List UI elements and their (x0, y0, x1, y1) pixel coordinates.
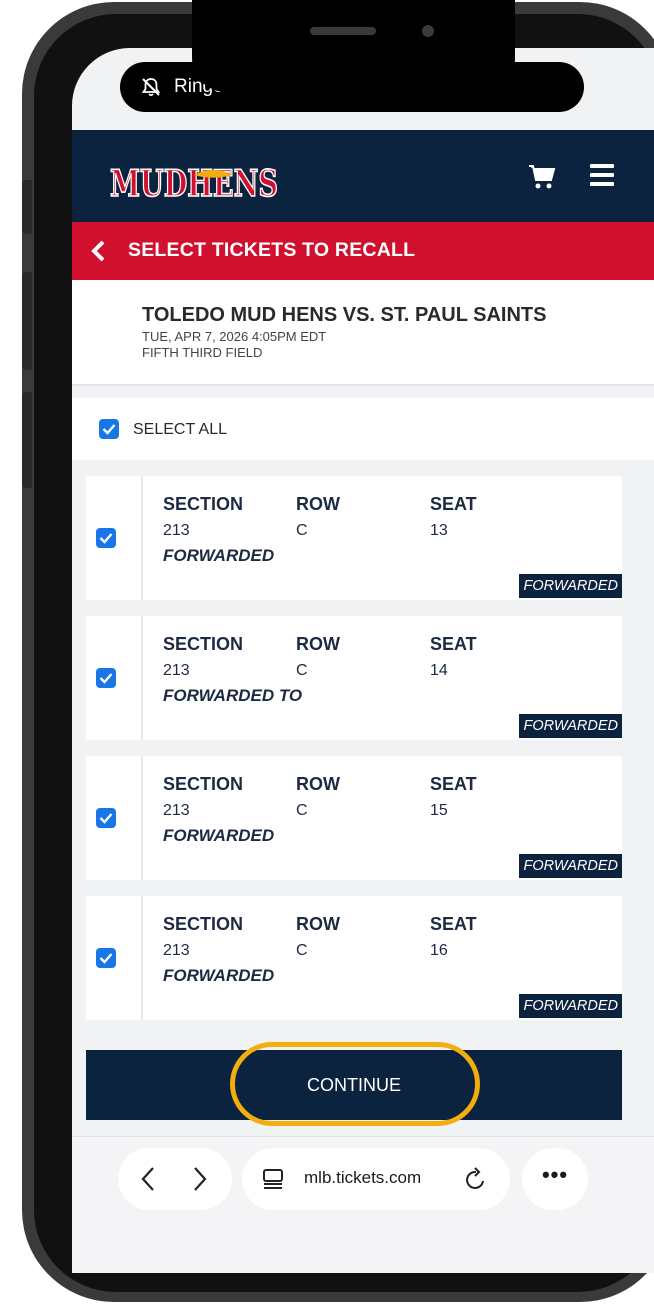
section-value: 213 (163, 662, 190, 679)
select-all-row[interactable]: SELECT ALL (72, 398, 654, 460)
row-header: ROW (296, 774, 340, 794)
ticket-card[interactable]: SECTION ROW SEAT 213 C 15 FORWARDED FORWARDED (86, 756, 622, 880)
continue-highlight-ring (230, 1042, 480, 1126)
checkmark-icon (99, 533, 113, 544)
forwarded-badge: FORWARDED (519, 574, 622, 598)
checkmark-icon (99, 953, 113, 964)
back-arrow-icon[interactable] (140, 1166, 156, 1192)
forwarded-badge: FORWARDED (519, 714, 622, 738)
seat-header: SEAT (430, 494, 477, 514)
ticket-divider (141, 616, 143, 740)
section-value: 213 (163, 802, 190, 819)
ticket-status: FORWARDED (163, 546, 275, 565)
hamburger-menu-icon[interactable] (590, 164, 614, 188)
event-venue: FIFTH THIRD FIELD (142, 345, 263, 360)
side-button (22, 180, 32, 234)
row-value: C (296, 802, 308, 819)
section-header: SECTION (163, 774, 244, 794)
cart-icon[interactable] (528, 164, 556, 190)
seat-value: 16 (430, 942, 448, 959)
ticket-divider (141, 756, 143, 880)
section-header: SECTION (163, 494, 244, 514)
checkmark-icon (99, 813, 113, 824)
seat-value: 14 (430, 662, 448, 679)
mudhens-logo[interactable]: MUDHENS (110, 158, 280, 204)
section-header: SECTION (163, 634, 244, 654)
more-options-button[interactable]: ••• (522, 1148, 588, 1210)
ticket-checkbox[interactable] (96, 668, 116, 688)
reload-icon[interactable] (464, 1166, 488, 1192)
tabs-icon[interactable] (262, 1169, 286, 1189)
ticket-card[interactable]: SECTION ROW SEAT 213 C 14 FORWARDED TO FORWARDE… (86, 616, 622, 740)
ticket-divider (141, 896, 143, 1020)
row-header: ROW (296, 494, 340, 514)
volume-down-button (22, 392, 32, 488)
row-value: C (296, 522, 308, 539)
ticket-divider (141, 476, 143, 600)
forward-arrow-icon[interactable] (192, 1166, 208, 1192)
row-value: C (296, 942, 308, 959)
back-chevron-icon[interactable] (90, 239, 106, 263)
seat-header: SEAT (430, 914, 477, 934)
speaker-grill (310, 27, 376, 35)
logo-wordmark: MUDHENS (110, 163, 278, 204)
page-title: SELECT TICKETS TO RECALL (128, 239, 416, 261)
ticket-checkbox[interactable] (96, 528, 116, 548)
select-all-checkbox[interactable] (99, 419, 119, 439)
front-camera (422, 25, 434, 37)
section-header: SECTION (163, 914, 244, 934)
section-value: 213 (163, 522, 190, 539)
site-header: MUDHENS (72, 130, 654, 222)
event-info: TOLEDO MUD HENS VS. ST. PAUL SAINTS TUE,… (72, 280, 654, 386)
ticket-card[interactable]: SECTION ROW SEAT 213 C 16 FORWARDED FORWARDED (86, 896, 622, 1020)
select-all-label: SELECT ALL (133, 421, 227, 438)
ticket-checkbox[interactable] (96, 948, 116, 968)
seat-value: 15 (430, 802, 448, 819)
section-value: 213 (163, 942, 190, 959)
ticket-status: FORWARDED TO (163, 686, 303, 705)
address-bar[interactable]: mlb.tickets.com (242, 1148, 510, 1210)
seat-header: SEAT (430, 634, 477, 654)
ticket-status: FORWARDED (163, 826, 275, 845)
ticket-checkbox[interactable] (96, 808, 116, 828)
forwarded-badge: FORWARDED (519, 994, 622, 1018)
checkmark-icon (102, 424, 116, 435)
volume-up-button (22, 272, 32, 370)
browser-nav-group (118, 1148, 232, 1210)
row-header: ROW (296, 914, 340, 934)
checkmark-icon (99, 673, 113, 684)
forwarded-badge: FORWARDED (519, 854, 622, 878)
url-text: mlb.tickets.com (304, 1168, 422, 1187)
event-name: TOLEDO MUD HENS VS. ST. PAUL SAINTS (142, 304, 547, 326)
row-value: C (296, 662, 308, 679)
ticket-status: FORWARDED (163, 966, 275, 985)
dynamic-island (192, 0, 515, 92)
seat-header: SEAT (430, 774, 477, 794)
bell-muted-icon (141, 78, 161, 97)
ticket-card[interactable]: SECTION ROW SEAT 213 C 13 FORWARDED FORWARDED (86, 476, 622, 600)
more-dots-icon: ••• (541, 1162, 569, 1187)
seat-value: 13 (430, 522, 448, 539)
page-title-bar: SELECT TICKETS TO RECALL (72, 222, 654, 280)
event-datetime: TUE, APR 7, 2026 4:05PM EDT (142, 329, 327, 344)
row-header: ROW (296, 634, 340, 654)
